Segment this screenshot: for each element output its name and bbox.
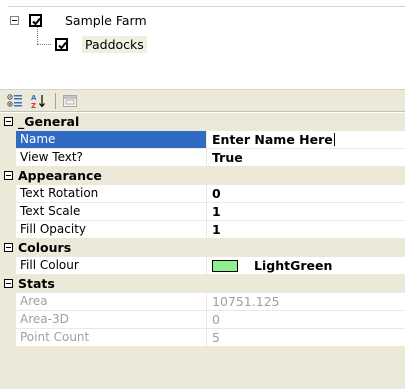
tree-node-root[interactable]: Sample Farm (10, 11, 150, 29)
tree-connector-vertical (37, 27, 38, 44)
category-label: Stats (18, 276, 55, 291)
property-row-fill-colour[interactable]: Fill Colour LightGreen (0, 257, 405, 275)
property-row-area[interactable]: Area 10751.125 (0, 293, 405, 311)
property-value: 0 (207, 311, 405, 328)
property-row-text-rotation[interactable]: Text Rotation 0 (0, 185, 405, 203)
category-stats[interactable]: Stats (0, 275, 405, 293)
property-grid: _General Name Enter Name Here View Text?… (0, 113, 405, 389)
svg-text:A: A (31, 94, 37, 102)
categorized-icon (7, 93, 22, 107)
collapse-icon[interactable] (10, 15, 19, 25)
property-pages-button[interactable] (59, 91, 81, 111)
property-value[interactable]: True (207, 149, 405, 166)
collapse-icon[interactable] (3, 171, 13, 180)
property-value: 10751.125 (207, 293, 405, 310)
collapse-icon[interactable] (3, 279, 13, 288)
property-name[interactable]: Point Count (16, 329, 207, 346)
alphabetical-button[interactable]: A Z (28, 91, 50, 111)
tree-connector-horizontal (37, 44, 51, 45)
property-value[interactable]: 1 (207, 221, 405, 238)
tree-node-root-label[interactable]: Sample Farm (62, 12, 150, 29)
property-pages-icon (63, 94, 77, 107)
category-label: Colours (18, 240, 72, 255)
property-row-text-scale[interactable]: Text Scale 1 (0, 203, 405, 221)
property-name[interactable]: Text Scale (16, 203, 207, 220)
toolbar-separator (55, 92, 56, 109)
category-appearance[interactable]: Appearance (0, 167, 405, 185)
tree-top-divider (8, 6, 405, 7)
tree-node-paddocks[interactable]: Paddocks (55, 35, 147, 53)
property-value-cell[interactable]: LightGreen (207, 257, 405, 274)
property-name[interactable]: Text Rotation (16, 185, 207, 202)
category-label: Appearance (18, 168, 102, 183)
property-row-point-count[interactable]: Point Count 5 (0, 329, 405, 347)
property-value[interactable]: LightGreen (254, 257, 332, 274)
property-value[interactable]: 0 (207, 185, 405, 202)
paddocks-checkbox[interactable] (55, 37, 68, 51)
property-name[interactable]: Fill Colour (16, 257, 207, 274)
property-value-editor[interactable]: Enter Name Here (207, 131, 405, 148)
category-general[interactable]: _General (0, 113, 405, 131)
property-name[interactable]: Name (16, 131, 207, 148)
tree-node-paddocks-label[interactable]: Paddocks (82, 35, 147, 53)
text-caret (333, 133, 335, 146)
collapse-icon[interactable] (3, 117, 13, 126)
layer-tree: Sample Farm Paddocks (0, 0, 405, 80)
property-grid-toolbar: A Z (0, 89, 405, 112)
property-name[interactable]: Fill Opacity (16, 221, 207, 238)
property-value[interactable]: 1 (207, 203, 405, 220)
category-colours[interactable]: Colours (0, 239, 405, 257)
property-row-name[interactable]: Name Enter Name Here (0, 131, 405, 149)
svg-text:Z: Z (31, 102, 36, 109)
property-name[interactable]: Area (16, 293, 207, 310)
colour-swatch[interactable] (212, 259, 238, 272)
category-label: _General (18, 114, 80, 129)
property-row-area-3d[interactable]: Area-3D 0 (0, 311, 405, 329)
root-checkbox[interactable] (29, 13, 42, 27)
property-row-fill-opacity[interactable]: Fill Opacity 1 (0, 221, 405, 239)
categorized-button[interactable] (4, 91, 26, 111)
property-name[interactable]: View Text? (16, 149, 207, 166)
property-row-view-text[interactable]: View Text? True (0, 149, 405, 167)
property-value[interactable]: Enter Name Here (212, 131, 333, 148)
property-name[interactable]: Area-3D (16, 311, 207, 328)
property-value: 5 (207, 329, 405, 346)
collapse-icon[interactable] (3, 243, 13, 252)
alphabetical-sort-icon: A Z (31, 94, 45, 109)
